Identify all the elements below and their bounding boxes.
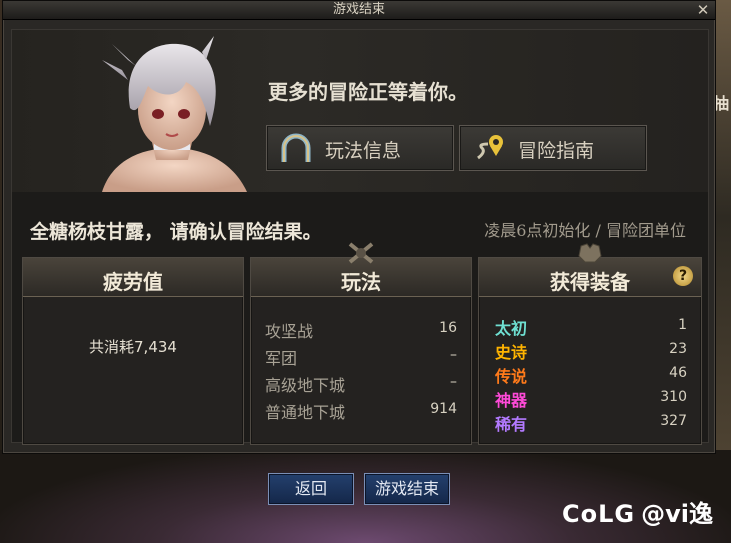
mode-label: 攻坚战	[265, 322, 314, 341]
grade-label: 稀有	[495, 415, 528, 434]
equipment-row: 稀有 327	[493, 411, 687, 435]
equipment-row: 传说 46	[493, 363, 687, 387]
mode-value: –	[450, 374, 457, 390]
mode-value: 16	[439, 320, 457, 336]
back-button[interactable]: 返回	[268, 473, 354, 505]
modes-panel: 玩法 攻坚战 16 军团 – 高级地下城 – 普通地下城 914	[250, 242, 472, 445]
mode-row: 攻坚战 16	[265, 318, 457, 342]
equipment-row: 太初 1	[493, 315, 687, 339]
equipment-row: 神器 310	[493, 387, 687, 411]
mode-row: 高级地下城 –	[265, 372, 457, 396]
mode-row: 普通地下城 914	[265, 399, 457, 423]
grade-count: 23	[669, 341, 687, 357]
help-button[interactable]: ?	[673, 266, 693, 286]
watermark: CoLG @vi逸	[562, 494, 713, 529]
grade-count: 327	[660, 413, 687, 429]
watermark-handle: @vi逸	[641, 500, 713, 528]
adventure-message: 更多的冒险正等着你。	[268, 80, 468, 104]
mode-label: 高级地下城	[265, 376, 346, 395]
grade-label: 太初	[495, 319, 528, 338]
mode-label: 军团	[265, 349, 298, 368]
header-area: 更多的冒险正等着你。 玩法信息 冒险指南	[12, 30, 708, 192]
game-over-dialog: 游戏结束 ✕ 更多的冒险正等着你。 玩法信息 冒险指南 全糖杨枝甘露， 请确认冒…	[2, 0, 716, 454]
dialog-content: 更多的冒险正等着你。 玩法信息 冒险指南 全糖杨枝甘露， 请确认冒险结果。 凌晨…	[11, 29, 709, 445]
grade-count: 310	[660, 389, 687, 405]
fatigue-panel: 疲劳值 共消耗7,434	[22, 257, 244, 445]
fatigue-panel-header: 疲劳值	[23, 258, 243, 297]
character-portrait	[102, 36, 247, 192]
grade-count: 46	[669, 365, 687, 381]
arch-icon	[281, 133, 311, 162]
equipment-row: 史诗 23	[493, 339, 687, 363]
armor-icon	[578, 243, 602, 263]
crossed-swords-icon	[348, 242, 374, 264]
map-pin-icon	[477, 135, 503, 160]
modes-title: 玩法	[341, 270, 381, 294]
grade-label: 神器	[495, 391, 528, 410]
adventure-guide-button[interactable]: 冒险指南	[459, 125, 647, 171]
close-button[interactable]: ✕	[695, 1, 711, 19]
mode-value: 914	[430, 401, 457, 417]
equipment-panel: 获得装备 ? 太初 1 史诗 23 传说 46 神器 310 稀有 327	[478, 243, 702, 445]
equipment-title: 获得装备	[550, 270, 630, 294]
mode-value: –	[450, 347, 457, 363]
rules-info-label: 玩法信息	[325, 140, 402, 162]
rules-info-button[interactable]: 玩法信息	[266, 125, 454, 171]
colg-logo: CoLG	[562, 500, 636, 528]
confirm-text: 全糖杨枝甘露， 请确认冒险结果。	[30, 221, 322, 243]
mode-row: 军团 –	[265, 345, 457, 369]
grade-label: 史诗	[495, 343, 528, 362]
grade-label: 传说	[495, 367, 528, 386]
fatigue-consumed: 共消耗7,434	[89, 338, 177, 356]
title-bar: 游戏结束 ✕	[3, 1, 715, 20]
grade-count: 1	[678, 317, 687, 333]
reset-note: 凌晨6点初始化 / 冒险团单位	[484, 221, 686, 240]
modes-panel-header: 玩法	[251, 242, 471, 297]
adventure-guide-label: 冒险指南	[518, 140, 595, 162]
fatigue-title: 疲劳值	[103, 270, 163, 294]
dialog-title: 游戏结束	[332, 2, 385, 17]
mode-label: 普通地下城	[265, 403, 346, 422]
end-game-button[interactable]: 游戏结束	[364, 473, 450, 505]
equipment-panel-header: 获得装备 ?	[479, 243, 701, 297]
